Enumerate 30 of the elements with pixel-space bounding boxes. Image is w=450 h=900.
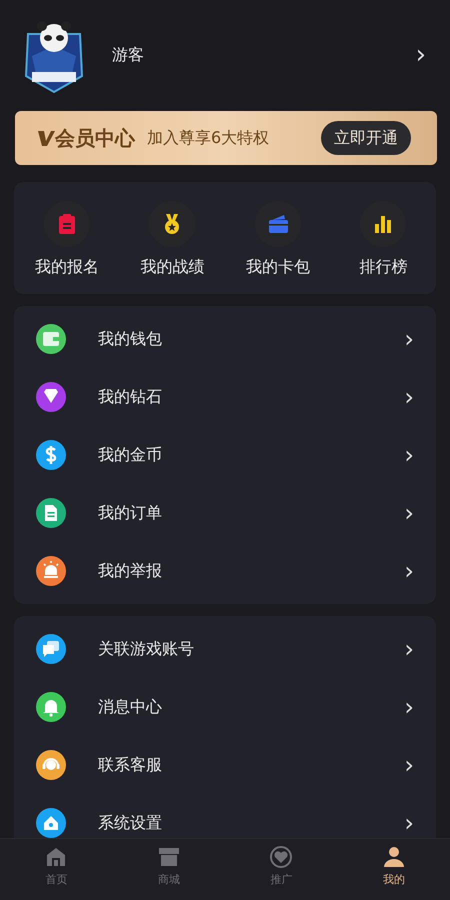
shortcut-button[interactable]: 我的报名: [14, 200, 120, 280]
person-icon: [382, 845, 406, 869]
chevron: ›: [404, 559, 414, 583]
chevron-button[interactable]: ›: [412, 42, 430, 68]
chevron: ›: [404, 695, 414, 719]
chevron: ›: [404, 637, 414, 661]
chevron: ›: [404, 501, 414, 525]
chevron: ›: [404, 443, 414, 467]
vip-title: 会员中心: [55, 125, 135, 152]
menu-item[interactable]: 关联游戏账号 ›: [14, 620, 436, 678]
menu-item[interactable]: 消息中心 ›: [14, 678, 436, 736]
menu-item[interactable]: 我的举报 ›: [14, 542, 436, 600]
chevron: ›: [404, 385, 414, 409]
shortcut-button[interactable]: 排行榜: [330, 200, 436, 280]
chevron: ›: [404, 753, 414, 777]
menu-item[interactable]: 我的订单 ›: [14, 484, 436, 542]
menu-item[interactable]: 联系客服 ›: [14, 736, 436, 794]
activate-button[interactable]: 立即开通: [321, 121, 411, 155]
menu-item[interactable]: 我的钱包 ›: [14, 310, 436, 368]
menu-item[interactable]: 我的金币 ›: [14, 426, 436, 484]
chevron: ›: [404, 327, 414, 351]
shortcut-button[interactable]: 我的卡包: [225, 200, 330, 280]
tab[interactable]: 我的: [338, 839, 450, 900]
v-icon: [37, 129, 55, 147]
shortcut-button[interactable]: 我的战绩: [120, 200, 225, 280]
store-icon: [156, 845, 181, 869]
vip-subtitle: 加入尊享6大特权: [147, 127, 270, 149]
menu-item[interactable]: 我的钻石 ›: [14, 368, 436, 426]
user-name: 游客: [112, 44, 145, 66]
chevron: ›: [404, 811, 414, 835]
